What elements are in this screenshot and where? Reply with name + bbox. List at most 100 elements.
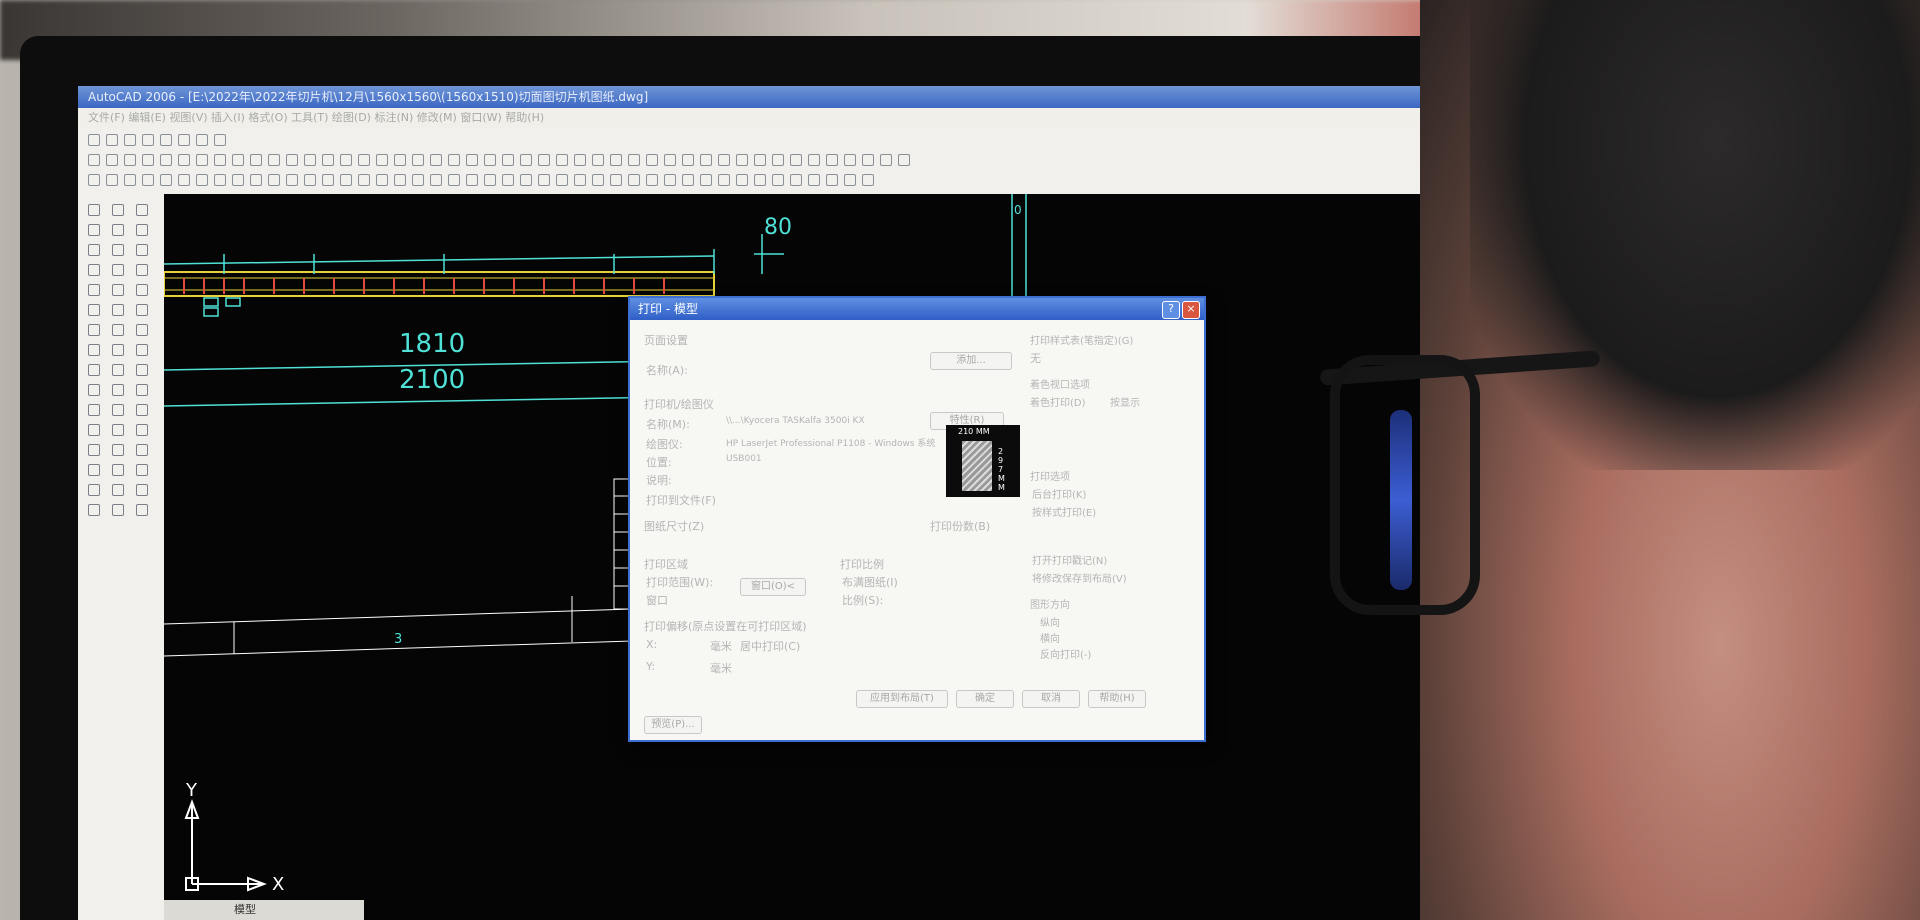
toolbar-icon[interactable] bbox=[754, 154, 766, 166]
tool-icon[interactable] bbox=[88, 484, 100, 496]
tool-icon[interactable] bbox=[112, 384, 124, 396]
tool-icon[interactable] bbox=[88, 284, 100, 296]
tool-icon[interactable] bbox=[88, 204, 100, 216]
toolbar-icon[interactable] bbox=[646, 174, 658, 186]
tool-icon[interactable] bbox=[112, 424, 124, 436]
tool-icon[interactable] bbox=[136, 344, 148, 356]
toolbar-icon[interactable] bbox=[106, 134, 118, 146]
toolbar-icon[interactable] bbox=[592, 174, 604, 186]
plot-with-styles-checkbox[interactable]: 按样式打印(E) bbox=[1032, 504, 1096, 519]
close-icon[interactable]: × bbox=[1182, 301, 1200, 319]
toolbar-icon[interactable] bbox=[106, 174, 118, 186]
toolbar-icon[interactable] bbox=[286, 154, 298, 166]
toolbar-icon[interactable] bbox=[862, 174, 874, 186]
tool-icon[interactable] bbox=[136, 304, 148, 316]
toolbar-icon[interactable] bbox=[880, 154, 892, 166]
toolbar-icon[interactable] bbox=[142, 134, 154, 146]
tool-icon[interactable] bbox=[88, 264, 100, 276]
toolbar-icon[interactable] bbox=[574, 174, 586, 186]
toolbar-icon[interactable] bbox=[664, 174, 676, 186]
toolbar-icon[interactable] bbox=[790, 154, 802, 166]
toolbar-icon[interactable] bbox=[322, 174, 334, 186]
cancel-button[interactable]: 取消 bbox=[1022, 690, 1080, 708]
toolbar-icon[interactable] bbox=[178, 134, 190, 146]
toolbar-icon[interactable] bbox=[592, 154, 604, 166]
tool-icon[interactable] bbox=[112, 484, 124, 496]
tool-icon[interactable] bbox=[112, 344, 124, 356]
toolbar-icon[interactable] bbox=[196, 174, 208, 186]
tool-icon[interactable] bbox=[112, 444, 124, 456]
toolbar-icon[interactable] bbox=[718, 174, 730, 186]
toolbar-icon[interactable] bbox=[718, 154, 730, 166]
toolbar-icon[interactable] bbox=[574, 154, 586, 166]
toolbar-icon[interactable] bbox=[772, 154, 784, 166]
plot-to-file-checkbox[interactable]: 打印到文件(F) bbox=[646, 492, 716, 508]
window-button[interactable]: 窗口(O)< bbox=[740, 578, 806, 596]
tool-icon[interactable] bbox=[112, 404, 124, 416]
toolbar-icon[interactable] bbox=[412, 174, 424, 186]
toolbar-icon[interactable] bbox=[214, 154, 226, 166]
tool-icon[interactable] bbox=[136, 424, 148, 436]
save-changes-checkbox[interactable]: 将修改保存到布局(V) bbox=[1032, 570, 1127, 585]
style-table-value[interactable]: 无 bbox=[1030, 350, 1041, 366]
plot-stamp-checkbox[interactable]: 打开打印戳记(N) bbox=[1032, 552, 1107, 567]
toolbar-icon[interactable] bbox=[682, 174, 694, 186]
toolbar-icon[interactable] bbox=[232, 174, 244, 186]
tool-icon[interactable] bbox=[136, 504, 148, 516]
tool-icon[interactable] bbox=[136, 364, 148, 376]
toolbar-icon[interactable] bbox=[484, 174, 496, 186]
tool-icon[interactable] bbox=[112, 324, 124, 336]
tool-icon[interactable] bbox=[88, 324, 100, 336]
toolbar-icon[interactable] bbox=[502, 174, 514, 186]
tool-icon[interactable] bbox=[112, 244, 124, 256]
tool-icon[interactable] bbox=[136, 224, 148, 236]
toolbar-icon[interactable] bbox=[214, 134, 226, 146]
toolbar-icon[interactable] bbox=[862, 154, 874, 166]
toolbar-icon[interactable] bbox=[88, 134, 100, 146]
tool-icon[interactable] bbox=[88, 364, 100, 376]
tool-icon[interactable] bbox=[136, 244, 148, 256]
plot-range-value[interactable]: 窗口 bbox=[646, 592, 668, 608]
toolbar-icon[interactable] bbox=[772, 174, 784, 186]
toolbar-icon[interactable] bbox=[466, 174, 478, 186]
tool-icon[interactable] bbox=[88, 444, 100, 456]
toolbar-icon[interactable] bbox=[610, 154, 622, 166]
add-button[interactable]: 添加... bbox=[930, 352, 1012, 370]
toolbar-icon[interactable] bbox=[196, 154, 208, 166]
model-tab[interactable]: 模型 bbox=[164, 900, 364, 920]
tool-icon[interactable] bbox=[136, 464, 148, 476]
toolbar-icon[interactable] bbox=[142, 174, 154, 186]
toolbar-icon[interactable] bbox=[412, 154, 424, 166]
toolbar-icon[interactable] bbox=[250, 154, 262, 166]
toolbar-icon[interactable] bbox=[430, 154, 442, 166]
toolbar-icon[interactable] bbox=[124, 134, 136, 146]
toolbar-icon[interactable] bbox=[160, 134, 172, 146]
shade-plot-value[interactable]: 按显示 bbox=[1110, 394, 1140, 409]
toolbar-icon[interactable] bbox=[844, 154, 856, 166]
toolbar-icon[interactable] bbox=[538, 174, 550, 186]
preview-button[interactable]: 预览(P)... bbox=[644, 716, 702, 734]
background-plot-checkbox[interactable]: 后台打印(K) bbox=[1032, 486, 1086, 501]
toolbar-icon[interactable] bbox=[286, 174, 298, 186]
tool-icon[interactable] bbox=[88, 304, 100, 316]
toolbar-icon[interactable] bbox=[88, 174, 100, 186]
tool-icon[interactable] bbox=[112, 464, 124, 476]
tool-icon[interactable] bbox=[112, 224, 124, 236]
fit-paper-checkbox[interactable]: 布满图纸(I) bbox=[842, 574, 898, 590]
toolbar-icon[interactable] bbox=[790, 174, 802, 186]
toolbar-icon[interactable] bbox=[628, 174, 640, 186]
menu-bar[interactable]: 文件(F) 编辑(E) 视图(V) 插入(I) 格式(O) 工具(T) 绘图(D… bbox=[78, 108, 1478, 128]
toolbar-icon[interactable] bbox=[520, 154, 532, 166]
tool-icon[interactable] bbox=[112, 284, 124, 296]
tool-icon[interactable] bbox=[136, 284, 148, 296]
toolbar-icon[interactable] bbox=[268, 174, 280, 186]
help-icon[interactable]: ? bbox=[1162, 301, 1180, 319]
toolbar-icon[interactable] bbox=[484, 154, 496, 166]
toolbar-icon[interactable] bbox=[736, 174, 748, 186]
tool-icon[interactable] bbox=[112, 204, 124, 216]
toolbar-icon[interactable] bbox=[160, 154, 172, 166]
toolbar-icon[interactable] bbox=[844, 174, 856, 186]
toolbar-icon[interactable] bbox=[826, 154, 838, 166]
toolbar-icon[interactable] bbox=[754, 174, 766, 186]
toolbar-icon[interactable] bbox=[466, 154, 478, 166]
